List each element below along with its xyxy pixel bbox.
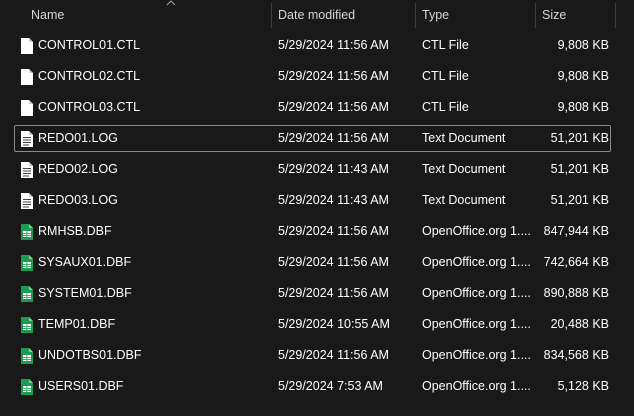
text-file-icon	[20, 130, 34, 148]
file-date-modified: 5/29/2024 7:53 AM	[278, 379, 383, 393]
file-type: OpenOffice.org 1....	[422, 224, 531, 238]
spreadsheet-file-icon	[20, 285, 34, 303]
column-header-bar: Name Date modified Type Size	[0, 0, 634, 31]
column-header-date-modified[interactable]: Date modified	[272, 0, 415, 31]
file-row[interactable]: TEMP01.DBF 5/29/2024 10:55 AM OpenOffice.o…	[14, 311, 611, 338]
spreadsheet-file-icon	[20, 316, 34, 334]
file-row[interactable]: REDO02.LOG 5/29/2024 11:43 AM Text Documen…	[14, 156, 611, 183]
file-name: CONTROL02.CTL	[38, 69, 141, 83]
file-name: SYSAUX01.DBF	[38, 255, 132, 269]
file-row[interactable]: CONTROL02.CTL 5/29/2024 11:56 AM CTL File 9…	[14, 63, 611, 90]
file-size: 847,944 KB	[543, 224, 609, 238]
file-type: Text Document	[422, 193, 506, 207]
file-row[interactable]: SYSAUX01.DBF 5/29/2024 11:56 AM OpenOffice…	[14, 249, 611, 276]
text-file-icon	[20, 161, 34, 179]
file-name: TEMP01.DBF	[38, 317, 116, 331]
file-name: REDO03.LOG	[38, 193, 118, 207]
file-date-modified: 5/29/2024 11:56 AM	[278, 286, 389, 300]
file-date-modified: 5/29/2024 11:56 AM	[278, 38, 389, 52]
file-name: USERS01.DBF	[38, 379, 124, 393]
file-row[interactable]: CONTROL03.CTL 5/29/2024 11:56 AM CTL File 9…	[14, 94, 611, 121]
file-date-modified: 5/29/2024 10:55 AM	[278, 317, 390, 331]
column-header-type-label: Type	[422, 8, 450, 22]
file-size: 20,488 KB	[550, 317, 609, 331]
file-name: RMHSB.DBF	[38, 224, 112, 238]
spreadsheet-file-icon	[20, 347, 34, 365]
spreadsheet-file-icon	[20, 254, 34, 272]
file-type: OpenOffice.org 1....	[422, 286, 531, 300]
file-size: 834,568 KB	[543, 348, 609, 362]
column-header-size-label: Size	[542, 8, 567, 22]
spreadsheet-file-icon	[20, 378, 34, 396]
file-date-modified: 5/29/2024 11:56 AM	[278, 255, 389, 269]
blank-file-icon	[20, 37, 34, 55]
file-type: CTL File	[422, 38, 469, 52]
file-name: UNDOTBS01.DBF	[38, 348, 142, 362]
file-type: OpenOffice.org 1....	[422, 348, 531, 362]
column-divider[interactable]	[615, 3, 616, 28]
file-type: CTL File	[422, 69, 469, 83]
file-row[interactable]: CONTROL01.CTL 5/29/2024 11:56 AM CTL File 9…	[14, 32, 611, 59]
blank-file-icon	[20, 68, 34, 86]
file-row[interactable]: RMHSB.DBF 5/29/2024 11:56 AM OpenOffice.or…	[14, 218, 611, 245]
spreadsheet-file-icon	[20, 223, 34, 241]
column-header-date-label: Date modified	[278, 8, 356, 22]
file-name: REDO02.LOG	[38, 162, 118, 176]
file-size: 51,201 KB	[550, 131, 609, 145]
file-size: 51,201 KB	[550, 193, 609, 207]
file-size: 5,128 KB	[557, 379, 609, 393]
file-size: 51,201 KB	[550, 162, 609, 176]
file-name: SYSTEM01.DBF	[38, 286, 132, 300]
text-file-icon	[20, 192, 34, 210]
file-name: REDO01.LOG	[38, 131, 118, 145]
blank-file-icon	[20, 99, 34, 117]
file-type: OpenOffice.org 1....	[422, 379, 531, 393]
file-date-modified: 5/29/2024 11:43 AM	[278, 193, 389, 207]
column-header-name[interactable]: Name	[25, 0, 271, 31]
file-date-modified: 5/29/2024 11:43 AM	[278, 162, 389, 176]
sort-up-chevron-icon	[166, 0, 176, 9]
file-name: CONTROL03.CTL	[38, 100, 141, 114]
file-type: OpenOffice.org 1....	[422, 317, 531, 331]
file-explorer-details-view: Name Date modified Type Size CONTROL01.C…	[0, 0, 634, 416]
column-header-name-label: Name	[31, 8, 65, 22]
file-type: Text Document	[422, 162, 506, 176]
file-type: Text Document	[422, 131, 506, 145]
file-date-modified: 5/29/2024 11:56 AM	[278, 131, 389, 145]
file-size: 9,808 KB	[557, 100, 609, 114]
file-name: CONTROL01.CTL	[38, 38, 141, 52]
file-row[interactable]: REDO01.LOG 5/29/2024 11:56 AM Text Documen…	[14, 125, 611, 152]
file-row[interactable]: USERS01.DBF 5/29/2024 7:53 AM OpenOffice.o…	[14, 373, 611, 400]
file-date-modified: 5/29/2024 11:56 AM	[278, 100, 389, 114]
file-size: 890,888 KB	[543, 286, 609, 300]
file-row[interactable]: REDO03.LOG 5/29/2024 11:43 AM Text Documen…	[14, 187, 611, 214]
file-date-modified: 5/29/2024 11:56 AM	[278, 69, 389, 83]
file-size: 742,664 KB	[543, 255, 609, 269]
file-type: OpenOffice.org 1....	[422, 255, 531, 269]
file-row[interactable]: UNDOTBS01.DBF 5/29/2024 11:56 AM OpenOffic…	[14, 342, 611, 369]
file-size: 9,808 KB	[557, 69, 609, 83]
file-date-modified: 5/29/2024 11:56 AM	[278, 224, 389, 238]
file-row[interactable]: SYSTEM01.DBF 5/29/2024 11:56 AM OpenOffice…	[14, 280, 611, 307]
column-header-size[interactable]: Size	[536, 0, 615, 31]
file-type: CTL File	[422, 100, 469, 114]
file-date-modified: 5/29/2024 11:56 AM	[278, 348, 389, 362]
file-size: 9,808 KB	[557, 38, 609, 52]
column-header-type[interactable]: Type	[416, 0, 535, 31]
